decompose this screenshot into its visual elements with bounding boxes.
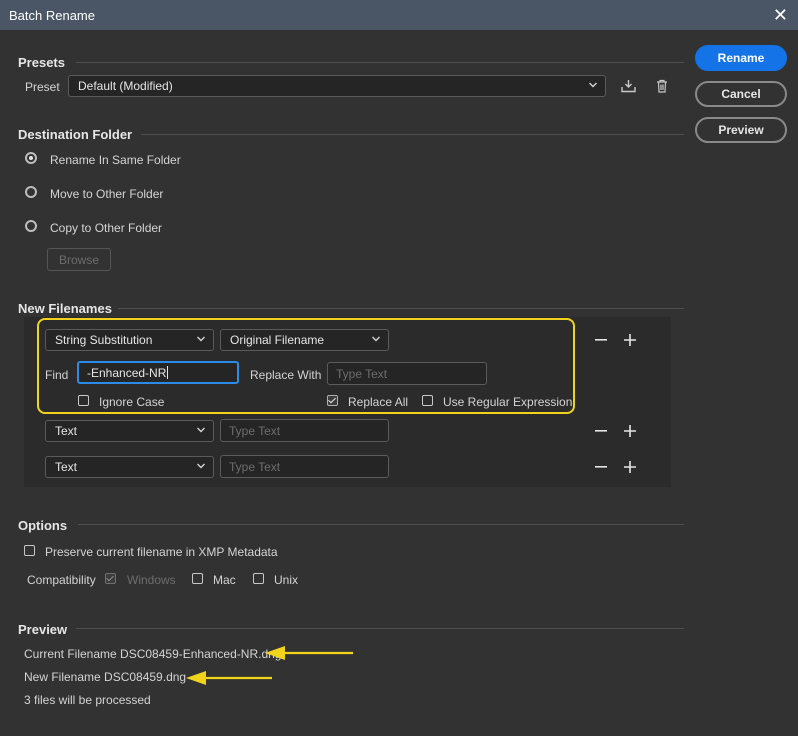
preview-heading: Preview [18,622,68,637]
highlight-box [37,318,575,414]
rule-type-dropdown-3[interactable]: Text [45,456,214,478]
radio-rename-same-folder[interactable] [25,152,37,164]
compatibility-label: Compatibility [27,573,96,587]
options-heading: Options [18,518,68,533]
minus-icon[interactable] [595,430,607,432]
preview-divider [76,628,684,629]
chevron-down-icon [197,463,205,469]
destination-heading: Destination Folder [18,127,133,142]
new-filename-text: New Filename DSC08459.dng [24,670,187,684]
rule-type-value-2: Text [55,424,78,438]
close-icon[interactable]: ✕ [773,5,788,26]
preserve-filename-checkbox[interactable] [24,545,35,556]
preset-label: Preset [25,80,60,94]
browse-button[interactable]: Browse [47,248,111,271]
cancel-button[interactable]: Cancel [695,81,787,107]
radio-copy-other-folder[interactable] [25,220,37,232]
rule-text-input-2[interactable]: Type Text [220,419,389,442]
preview-button[interactable]: Preview [695,117,787,143]
plus-icon[interactable] [624,461,636,473]
unix-checkbox[interactable] [253,573,264,584]
windows-checkbox[interactable] [105,573,116,584]
rule-text-placeholder-3: Type Text [229,460,281,474]
mac-label: Mac [213,573,236,587]
save-preset-icon[interactable] [621,79,636,93]
new-filenames-divider [118,308,684,309]
options-divider [78,524,684,525]
radio-label-copy-other-folder: Copy to Other Folder [50,221,163,235]
current-filename-text: Current Filename DSC08459-Enhanced-NR.dn… [24,647,282,661]
radio-label-move-other-folder: Move to Other Folder [50,187,164,201]
radio-move-other-folder[interactable] [25,186,37,198]
destination-divider [141,134,684,135]
mac-checkbox[interactable] [192,573,203,584]
minus-icon[interactable] [595,339,607,341]
annotation-arrow-icon [186,671,272,685]
plus-icon[interactable] [624,334,636,346]
preserve-filename-label: Preserve current filename in XMP Metadat… [45,545,278,559]
rename-button[interactable]: Rename [695,45,787,71]
chevron-down-icon [589,82,597,88]
trash-icon[interactable] [656,79,668,93]
windows-label: Windows [127,573,176,587]
unix-label: Unix [274,573,299,587]
plus-icon[interactable] [624,425,636,437]
window-title: Batch Rename [9,8,95,23]
rule-type-value-3: Text [55,460,78,474]
files-count-text: 3 files will be processed [24,693,151,707]
rule-type-dropdown-2[interactable]: Text [45,420,214,442]
radio-label-rename-same-folder: Rename In Same Folder [50,153,181,167]
preset-value: Default (Modified) [78,79,173,93]
annotation-arrow-icon [265,646,353,660]
presets-divider [76,62,684,63]
presets-heading: Presets [18,55,65,70]
chevron-down-icon [197,427,205,433]
minus-icon[interactable] [595,466,607,468]
new-filenames-heading: New Filenames [18,301,112,316]
preset-dropdown[interactable]: Default (Modified) [68,75,606,97]
rule-text-input-3[interactable]: Type Text [220,455,389,478]
rule-text-placeholder-2: Type Text [229,424,281,438]
title-bar: Batch Rename ✕ [0,0,798,30]
